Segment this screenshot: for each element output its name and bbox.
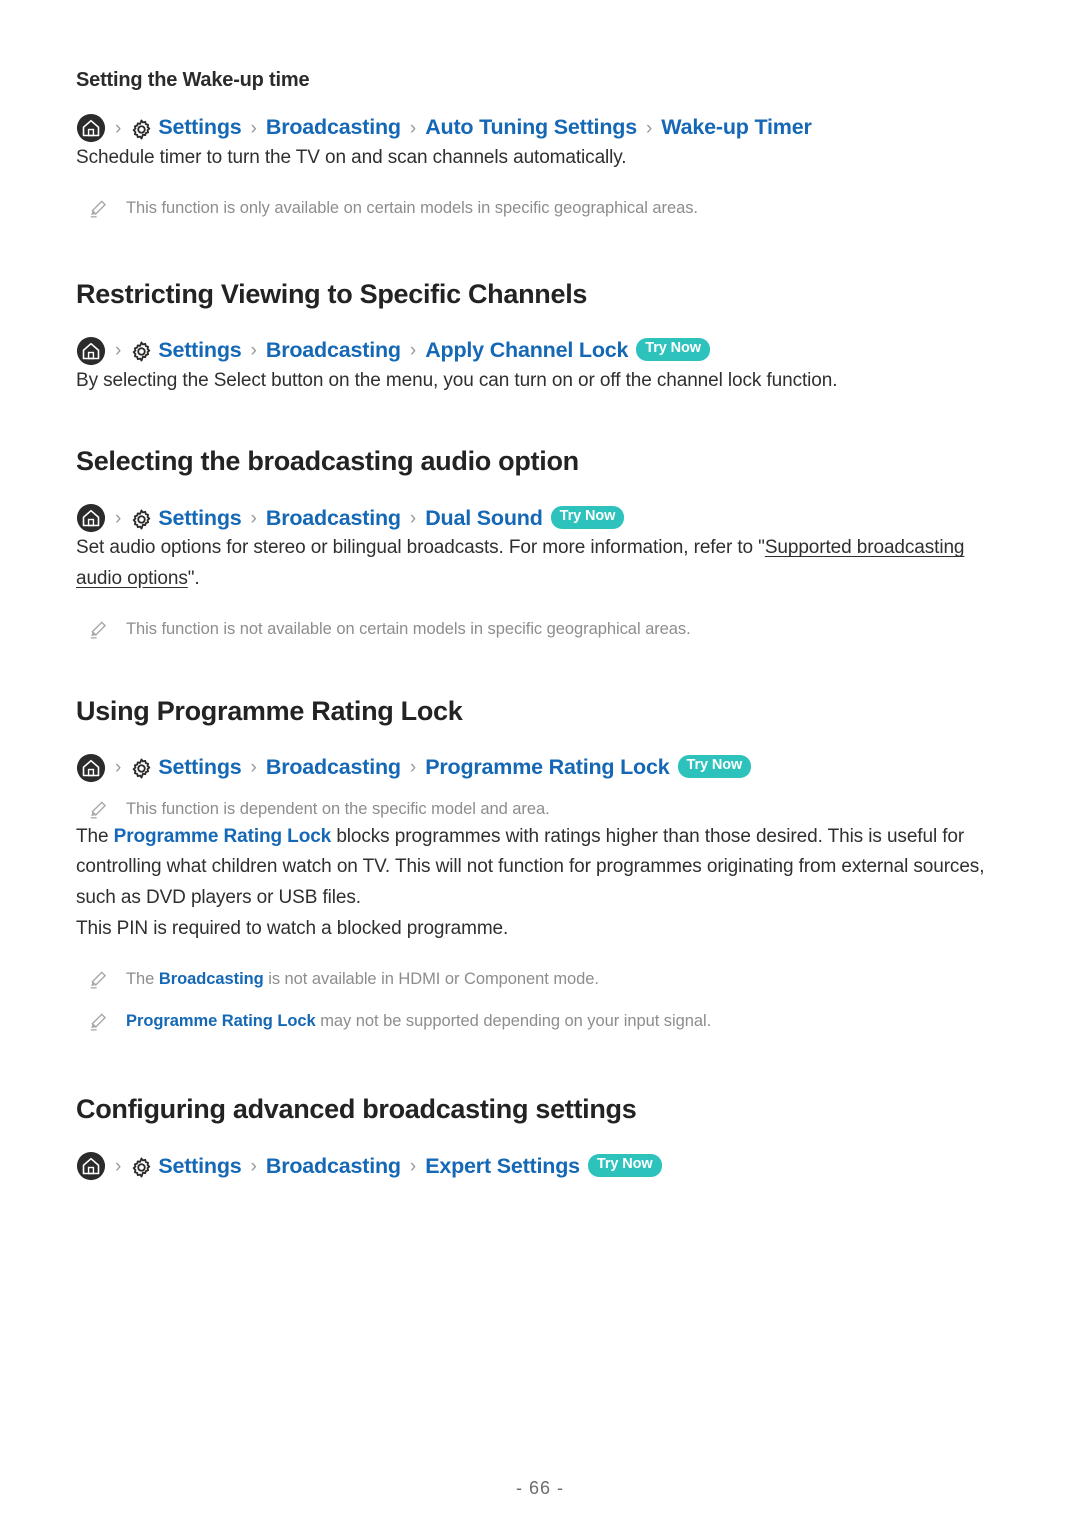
- breadcrumb-separator: ›: [115, 507, 122, 529]
- note-wake-up-timer: This function is only available on certa…: [76, 196, 1004, 221]
- section-heading-broadcasting-audio-option: Selecting the broadcasting audio option: [76, 446, 579, 477]
- gear-icon: [130, 340, 153, 363]
- breadcrumb-item-apply-channel-lock[interactable]: Apply Channel Lock: [425, 339, 628, 362]
- breadcrumb-item-broadcasting[interactable]: Broadcasting: [266, 117, 401, 139]
- paragraph-programme-rating-lock-description: The Programme Rating Lock blocks program…: [76, 822, 1004, 914]
- gear-icon: [130, 508, 153, 531]
- inline-term-programme-rating-lock[interactable]: Programme Rating Lock: [114, 826, 332, 847]
- breadcrumb-separator: ›: [115, 757, 122, 779]
- breadcrumb-wake-up-timer: › Settings › Broadcasting › Auto Tuning …: [76, 113, 1004, 143]
- note-programme-rating-lock-model: This function is dependent on the specif…: [76, 797, 1004, 822]
- pencil-icon: [88, 800, 108, 820]
- breadcrumb-item-broadcasting[interactable]: Broadcasting: [266, 757, 401, 779]
- home-icon[interactable]: [76, 113, 106, 143]
- pencil-icon: [88, 1012, 108, 1032]
- section-heading-advanced-broadcasting-settings: Configuring advanced broadcasting settin…: [76, 1094, 637, 1125]
- note-text-after: may not be supported depending on your i…: [315, 1012, 712, 1031]
- breadcrumb-separator: ›: [250, 507, 257, 529]
- note-text: This function is not available on certai…: [126, 620, 691, 638]
- breadcrumb-item-settings[interactable]: Settings: [158, 117, 241, 139]
- breadcrumb-separator: ›: [409, 1155, 417, 1177]
- gear-icon: [130, 118, 153, 141]
- breadcrumb-item-broadcasting[interactable]: Broadcasting: [266, 1155, 401, 1178]
- paragraph-text-before: Set audio options for stereo or bilingua…: [76, 537, 765, 559]
- home-icon[interactable]: [76, 1151, 106, 1181]
- breadcrumb-item-settings[interactable]: Settings: [158, 1155, 241, 1178]
- breadcrumb-separator: ›: [409, 757, 417, 779]
- gear-icon: [130, 1156, 153, 1179]
- note-broadcasting-hdmi: The Broadcasting is not available in HDM…: [76, 967, 1004, 992]
- breadcrumb-item-broadcasting[interactable]: Broadcasting: [266, 507, 401, 530]
- breadcrumb-item-broadcasting[interactable]: Broadcasting: [266, 339, 401, 362]
- note-text: Programme Rating Lock may not be support…: [126, 1009, 711, 1034]
- paragraph-apply-channel-lock: By selecting the Select button on the me…: [76, 369, 838, 391]
- breadcrumb-item-expert-settings[interactable]: Expert Settings: [425, 1155, 580, 1178]
- breadcrumb-item-settings[interactable]: Settings: [158, 507, 241, 530]
- note-text-before: The: [126, 969, 159, 988]
- pencil-icon: [88, 199, 108, 219]
- section-heading-wake-up-time: Setting the Wake-up time: [76, 69, 310, 91]
- breadcrumb-item-programme-rating-lock[interactable]: Programme Rating Lock: [425, 757, 670, 779]
- breadcrumb-separator: ›: [115, 1155, 122, 1177]
- home-icon[interactable]: [76, 336, 106, 366]
- breadcrumb-item-wake-up-timer[interactable]: Wake-up Timer: [661, 117, 812, 139]
- breadcrumb-separator: ›: [250, 1155, 257, 1177]
- home-icon[interactable]: [76, 753, 106, 783]
- paragraph-text-after: ".: [187, 568, 200, 590]
- pencil-icon: [88, 970, 108, 990]
- paragraph-text-before: The: [76, 825, 114, 847]
- try-now-badge[interactable]: Try Now: [550, 506, 625, 529]
- breadcrumb-separator: ›: [409, 117, 417, 139]
- page-number: - 66 -: [515, 1478, 564, 1498]
- try-now-badge[interactable]: Try Now: [587, 1153, 662, 1177]
- try-now-badge[interactable]: Try Now: [677, 755, 752, 779]
- breadcrumb-separator: ›: [250, 340, 257, 362]
- breadcrumb-item-settings[interactable]: Settings: [158, 339, 241, 362]
- section-heading-programme-rating-lock: Using Programme Rating Lock: [76, 695, 463, 726]
- paragraph-wake-up-timer: Schedule timer to turn the TV on and sca…: [76, 147, 627, 168]
- breadcrumb-item-auto-tuning-settings[interactable]: Auto Tuning Settings: [425, 117, 637, 139]
- breadcrumb-separator: ›: [250, 117, 257, 139]
- breadcrumb-separator: ›: [409, 340, 417, 362]
- breadcrumb-separator: ›: [250, 757, 257, 779]
- breadcrumb-apply-channel-lock: › Settings › Broadcasting › Apply Channe…: [76, 336, 1004, 366]
- breadcrumb-separator: ›: [645, 117, 653, 139]
- try-now-badge[interactable]: Try Now: [636, 338, 710, 362]
- breadcrumb-expert-settings: › Settings › Broadcasting › Expert Setti…: [76, 1151, 1004, 1181]
- breadcrumb-separator: ›: [115, 117, 122, 139]
- note-text: This function is dependent on the specif…: [126, 799, 550, 818]
- paragraph-pin-required: This PIN is required to watch a blocked …: [76, 917, 509, 939]
- inline-term-broadcasting[interactable]: Broadcasting: [159, 970, 264, 988]
- breadcrumb-separator: ›: [409, 507, 417, 529]
- breadcrumb-programme-rating-lock: › Settings › Broadcasting › Programme Ra…: [76, 753, 1004, 783]
- breadcrumb-item-settings[interactable]: Settings: [158, 757, 241, 779]
- breadcrumb-separator: ›: [115, 340, 122, 362]
- note-text-after: is not available in HDMI or Component mo…: [263, 969, 599, 988]
- home-icon[interactable]: [76, 503, 106, 533]
- note-programme-rating-lock-signal: Programme Rating Lock may not be support…: [76, 1009, 1004, 1034]
- gear-icon: [130, 757, 153, 780]
- breadcrumb-item-dual-sound[interactable]: Dual Sound: [425, 507, 543, 530]
- breadcrumb-dual-sound: › Settings › Broadcasting › Dual Sound T…: [76, 503, 1004, 533]
- paragraph-dual-sound: Set audio options for stereo or bilingua…: [76, 533, 1004, 595]
- note-text: The Broadcasting is not available in HDM…: [126, 967, 599, 992]
- section-heading-restricting-viewing: Restricting Viewing to Specific Channels: [76, 278, 588, 309]
- pencil-icon: [88, 620, 108, 640]
- inline-term-programme-rating-lock[interactable]: Programme Rating Lock: [126, 1012, 316, 1030]
- document-page: Setting the Wake-up time › Settings › Br…: [0, 0, 1080, 1527]
- note-text: This function is only available on certa…: [126, 198, 698, 217]
- note-dual-sound: This function is not available on certai…: [76, 617, 1004, 642]
